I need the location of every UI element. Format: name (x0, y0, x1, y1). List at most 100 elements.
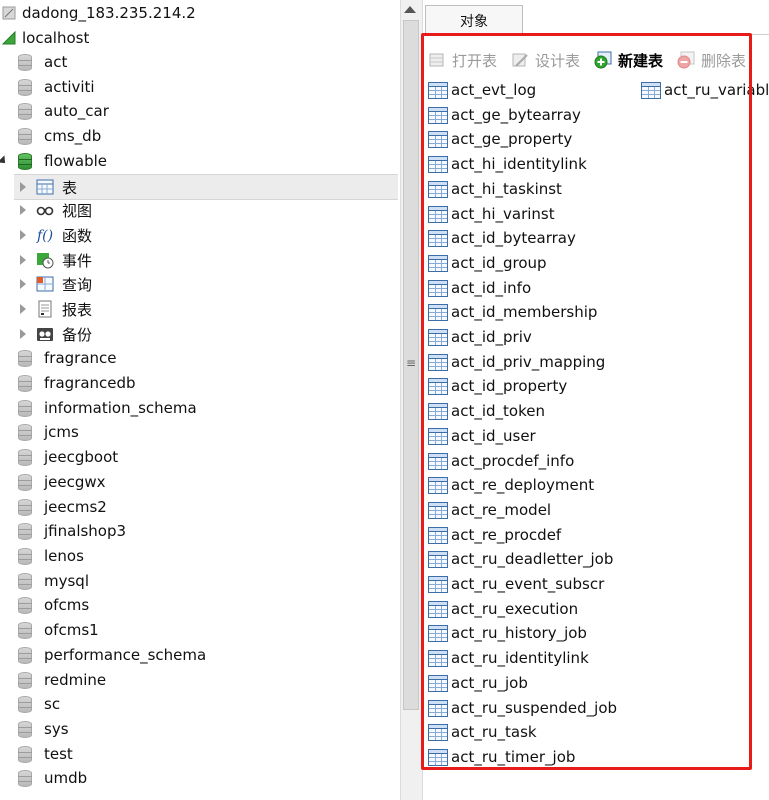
database-icon (18, 448, 32, 466)
tree-database-sc[interactable]: sc (18, 692, 60, 716)
table-item[interactable]: act_hi_varinst (428, 202, 555, 226)
scroll-up-arrow-icon[interactable] (404, 6, 416, 13)
tree-database-test[interactable]: test (18, 742, 73, 766)
table-item[interactable]: act_id_token (428, 399, 545, 423)
tree-database-performance_schema[interactable]: performance_schema (18, 643, 206, 667)
database-label: performance_schema (44, 646, 207, 664)
splitter-grip-icon[interactable]: ≡ (406, 357, 416, 369)
design-table-button[interactable]: 设计表 (511, 50, 580, 71)
tree-database-activiti[interactable]: activiti (18, 75, 95, 99)
table-item[interactable]: act_ru_deadletter_job (428, 547, 613, 571)
database-icon (18, 423, 32, 441)
database-icon (18, 621, 32, 639)
table-item[interactable]: act_id_property (428, 374, 567, 398)
table-item[interactable]: act_ru_job (428, 671, 528, 695)
table-icon (428, 550, 448, 568)
table-item[interactable]: act_ge_property (428, 127, 572, 151)
table-item[interactable]: act_hi_taskinst (428, 177, 562, 201)
table-item[interactable]: act_ru_task (428, 720, 537, 744)
tree-database-ofcms[interactable]: ofcms (18, 593, 89, 617)
table-item[interactable]: act_procdef_info (428, 449, 574, 473)
tree-node-label: 备份 (62, 325, 93, 344)
table-icon (428, 526, 448, 544)
tree-database-mysql[interactable]: mysql (18, 569, 89, 593)
tree-node-backup[interactable]: 备份 (20, 322, 92, 346)
table-item[interactable]: act_id_bytearray (428, 226, 576, 250)
tree-database-jfinalshop3[interactable]: jfinalshop3 (18, 519, 126, 543)
expand-arrow-icon[interactable] (0, 155, 9, 167)
table-name: act_re_model (451, 501, 552, 519)
table-name: act_procdef_info (451, 452, 575, 470)
tree-database-cms_db[interactable]: cms_db (18, 124, 101, 148)
database-icon (18, 374, 32, 392)
tree-database-jeecgwx[interactable]: jeecgwx (18, 470, 106, 494)
tree-database-jeecms2[interactable]: jeecms2 (18, 495, 107, 519)
tree-database-act[interactable]: act (18, 50, 67, 74)
tree-node-functions[interactable]: f() 函数 (20, 223, 92, 247)
tab-divider (423, 34, 769, 35)
tree-database-jcms[interactable]: jcms (18, 420, 79, 444)
tree-database-lenos[interactable]: lenos (18, 544, 84, 568)
table-icon (428, 452, 448, 470)
table-icon (428, 501, 448, 519)
table-item[interactable]: act_ge_bytearray (428, 103, 581, 127)
tree-database-information_schema[interactable]: information_schema (18, 396, 197, 420)
table-item[interactable]: act_re_model (428, 498, 551, 522)
tree-node-events[interactable]: 事件 (20, 248, 92, 272)
expand-arrow-icon[interactable] (20, 182, 26, 192)
tree-database-flowable[interactable]: flowable (0, 149, 107, 173)
table-icon (428, 402, 448, 420)
table-item[interactable]: act_id_info (428, 276, 531, 300)
table-item[interactable]: act_id_priv (428, 325, 532, 349)
table-item[interactable]: act_id_membership (428, 300, 597, 324)
table-item[interactable]: act_ru_timer_job (428, 745, 575, 769)
tree-database-auto_car[interactable]: auto_car (18, 99, 109, 123)
database-label: test (44, 745, 73, 763)
table-item[interactable]: act_re_procdef (428, 523, 561, 547)
tree-node-views[interactable]: 视图 (20, 198, 92, 222)
table-item[interactable]: act_hi_identitylink (428, 152, 587, 176)
database-icon (18, 473, 32, 491)
table-item[interactable]: act_ru_event_subscr (428, 572, 604, 596)
tree-connection[interactable]: localhost (1, 26, 89, 50)
tree-node-reports[interactable]: 报表 (20, 297, 92, 321)
tree-database-sys[interactable]: sys (18, 717, 69, 741)
table-icon (428, 699, 448, 717)
table-item[interactable]: act_id_group (428, 251, 547, 275)
open-table-icon (428, 51, 446, 69)
tree-database-ofcms1[interactable]: ofcms1 (18, 618, 99, 642)
tab-objects[interactable]: 对象 (425, 5, 523, 35)
expand-arrow-icon[interactable] (20, 205, 26, 215)
expand-arrow-icon[interactable] (20, 304, 26, 314)
tree-database-fragrancedb[interactable]: fragrancedb (18, 371, 136, 395)
object-toolbar: 打开表 设计表 新建表 删除表 (428, 46, 760, 74)
expand-arrow-icon[interactable] (20, 329, 26, 339)
table-item[interactable]: act_id_user (428, 424, 536, 448)
database-icon (18, 78, 32, 96)
tree-database-umdb[interactable]: umdb (18, 766, 87, 790)
table-item[interactable]: act_ru_history_job (428, 621, 587, 645)
tree-database-fragrance[interactable]: fragrance (18, 346, 117, 370)
tree-database-jeecgboot[interactable]: jeecgboot (18, 445, 118, 469)
tree-node-tables[interactable]: 表 (14, 174, 398, 200)
database-label: fragrancedb (44, 374, 136, 392)
table-item[interactable]: act_ru_execution (428, 597, 578, 621)
expand-arrow-icon[interactable] (20, 255, 26, 265)
table-item[interactable]: act_id_priv_mapping (428, 350, 605, 374)
expand-arrow-icon[interactable] (20, 230, 26, 240)
table-icon (428, 600, 448, 618)
table-item[interactable]: act_ru_identitylink (428, 646, 589, 670)
table-item[interactable]: act_re_deployment (428, 473, 594, 497)
tree-server[interactable]: dadong_183.235.214.2 (2, 1, 196, 25)
expand-arrow-icon[interactable] (20, 279, 26, 289)
new-table-button[interactable]: 新建表 (594, 50, 663, 71)
table-item[interactable]: act_evt_log (428, 78, 536, 102)
table-item[interactable]: act_ru_variable (641, 78, 769, 102)
open-table-button[interactable]: 打开表 (428, 50, 497, 71)
table-icon (428, 303, 448, 321)
tree-node-queries[interactable]: 查询 (20, 272, 92, 296)
delete-table-button[interactable]: 删除表 (677, 50, 746, 71)
tree-database-redmine[interactable]: redmine (18, 668, 106, 692)
table-item[interactable]: act_ru_suspended_job (428, 696, 617, 720)
table-icon (428, 81, 448, 99)
